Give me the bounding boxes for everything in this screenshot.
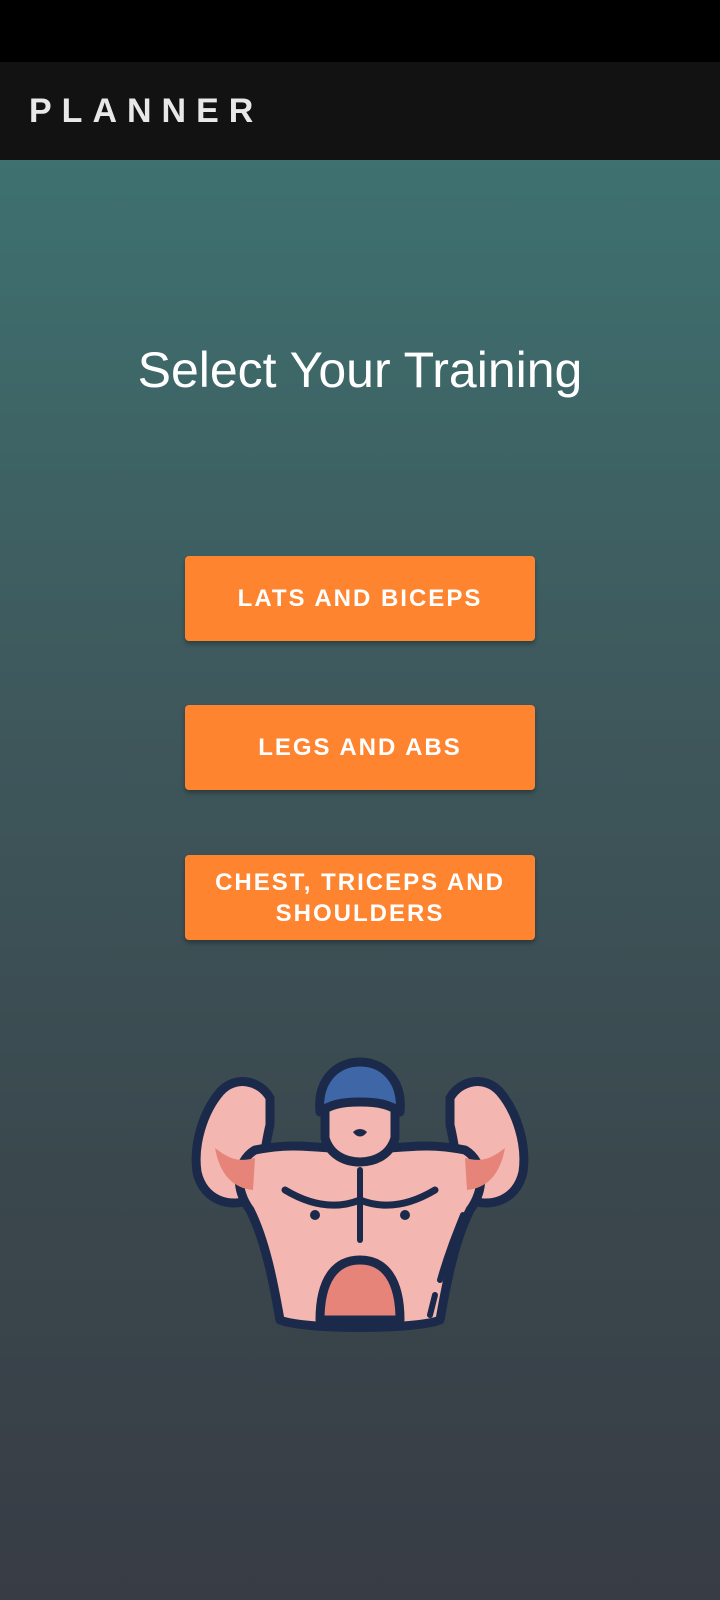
chest-triceps-shoulders-button[interactable]: CHEST, TRICEPS AND SHOULDERS <box>185 855 535 940</box>
button-label: LEGS AND ABS <box>258 734 462 761</box>
legs-and-abs-button[interactable]: LEGS AND ABS <box>185 705 535 790</box>
app-screen: PLANNER Select Your Training LATS AND BI… <box>0 0 720 1600</box>
button-label: CHEST, TRICEPS AND SHOULDERS <box>215 868 505 927</box>
app-title: PLANNER <box>29 92 264 130</box>
bodybuilder-flexing-icon <box>185 1050 535 1340</box>
app-bar: PLANNER <box>0 62 720 160</box>
button-label: LATS AND BICEPS <box>237 585 483 612</box>
status-bar <box>0 0 720 62</box>
lats-and-biceps-button[interactable]: LATS AND BICEPS <box>185 556 535 641</box>
page-heading: Select Your Training <box>137 342 583 398</box>
